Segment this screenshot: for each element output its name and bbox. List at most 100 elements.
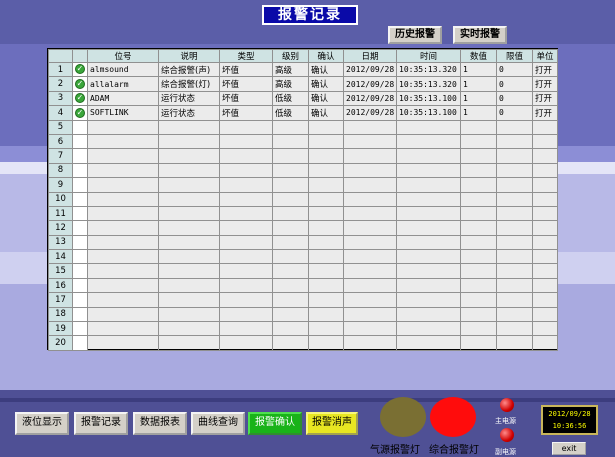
column-header: 日期	[343, 49, 397, 63]
cell-desc	[158, 191, 220, 207]
cell-value	[460, 205, 497, 222]
cell-time	[396, 148, 461, 164]
cell-level	[272, 133, 309, 150]
cell-type	[219, 277, 273, 294]
cell-tag: allalarm	[87, 76, 159, 92]
table-row[interactable]: 10	[48, 191, 558, 207]
cell-type	[219, 249, 273, 265]
cell-unit	[532, 321, 558, 337]
cell-ack	[308, 119, 344, 135]
cell-time	[396, 292, 461, 308]
table-row[interactable]: 8	[48, 162, 558, 179]
row-number: 13	[48, 234, 73, 251]
table-row[interactable]: 7	[48, 148, 558, 164]
table-row[interactable]: 3 ✓ ADAM 运行状态 坏值 低级 确认 2012/09/28 10:35:13.100 1 0…	[48, 90, 558, 107]
table-row[interactable]: 15	[48, 263, 558, 279]
row-number: 8	[48, 162, 73, 179]
cell-time	[396, 234, 461, 251]
cell-level	[272, 205, 309, 222]
cell-date	[343, 292, 397, 308]
cell-date	[343, 133, 397, 150]
cell-level: 高级	[272, 61, 309, 78]
row-number: 5	[48, 119, 73, 135]
cell-ack	[308, 335, 344, 351]
cell-tag	[87, 119, 159, 135]
cell-time	[396, 306, 461, 323]
table-row[interactable]: 2 ✓ allalarm 综合报警(灯) 坏值 高级 确认 2012/09/28 10:35:1…	[48, 76, 558, 92]
cell-value: 1	[460, 61, 497, 78]
table-row[interactable]: 19	[48, 321, 558, 337]
cell-level	[272, 234, 309, 251]
cell-time	[396, 335, 461, 351]
table-row[interactable]: 11	[48, 205, 558, 222]
row-status-cell	[72, 292, 88, 308]
row-status-cell	[72, 162, 88, 179]
cell-type	[219, 205, 273, 222]
cell-tag	[87, 263, 159, 279]
table-row[interactable]: 18	[48, 306, 558, 323]
row-status-cell	[72, 119, 88, 135]
cell-date	[343, 277, 397, 294]
column-header: 位号	[87, 49, 159, 63]
cell-date	[343, 234, 397, 251]
history-alarm-button[interactable]: 历史报警	[388, 26, 442, 44]
alarm-ack-button[interactable]: 报警确认	[248, 412, 302, 435]
check-icon: ✓	[75, 93, 85, 104]
cell-limit	[496, 306, 533, 323]
cell-level	[272, 119, 309, 135]
cell-type: 坏值	[219, 76, 273, 92]
table-row[interactable]: 5	[48, 119, 558, 135]
table-row[interactable]: 1 ✓ almsound 综合报警(声) 坏值 高级 确认 2012/09/28 10:35:1…	[48, 61, 558, 78]
cell-unit	[532, 133, 558, 150]
curve-query-button[interactable]: 曲线查询	[191, 412, 245, 435]
column-header	[48, 49, 73, 63]
cell-level	[272, 162, 309, 179]
table-row[interactable]: 17	[48, 292, 558, 308]
cell-value	[460, 148, 497, 164]
cell-unit	[532, 205, 558, 222]
alarm-silence-button[interactable]: 报警消声	[306, 412, 358, 435]
check-icon: ✓	[75, 107, 85, 118]
cell-time	[396, 177, 461, 193]
cell-desc	[158, 234, 220, 251]
cell-date	[343, 148, 397, 164]
cell-limit	[496, 263, 533, 279]
cell-ack	[308, 191, 344, 207]
cell-desc	[158, 335, 220, 351]
cell-unit: 打开	[532, 61, 558, 78]
cell-limit: 0	[496, 61, 533, 78]
table-row[interactable]: 13	[48, 234, 558, 251]
cell-limit: 0	[496, 90, 533, 107]
table-row[interactable]: 9	[48, 177, 558, 193]
cell-ack	[308, 292, 344, 308]
exit-button[interactable]: exit	[552, 442, 586, 455]
column-header: 类型	[219, 49, 273, 63]
level-display-button[interactable]: 液位显示	[15, 412, 69, 435]
realtime-alarm-button[interactable]: 实时报警	[453, 26, 507, 44]
cell-time	[396, 249, 461, 265]
cell-level	[272, 306, 309, 323]
row-status-cell	[72, 234, 88, 251]
cell-type	[219, 119, 273, 135]
row-status-cell	[72, 306, 88, 323]
table-row[interactable]: 14	[48, 249, 558, 265]
alarm-record-button[interactable]: 报警记录	[74, 412, 128, 435]
table-row[interactable]: 4 ✓ SOFTLINK 运行状态 坏值 低级 确认 2012/09/28 10:35:13.1…	[48, 105, 558, 121]
table-header-row: 位号 说明 类型 级别 确认 日期 时间 数值 限值 单位	[48, 49, 558, 63]
row-status-cell	[72, 177, 88, 193]
column-header	[72, 49, 88, 63]
cell-desc: 综合报警(灯)	[158, 76, 220, 92]
table-row[interactable]: 20	[48, 335, 558, 351]
clock-time: 10:36:56	[552, 422, 587, 430]
column-header: 数值	[460, 49, 497, 63]
table-row[interactable]: 16	[48, 277, 558, 294]
table-row[interactable]: 12	[48, 220, 558, 236]
check-icon: ✓	[75, 78, 85, 89]
cell-limit	[496, 321, 533, 337]
page-title: 报警记录	[262, 5, 358, 25]
data-report-button[interactable]: 数据报表	[133, 412, 187, 435]
row-number: 17	[48, 292, 73, 308]
cell-unit	[532, 292, 558, 308]
cell-value: 1	[460, 76, 497, 92]
table-row[interactable]: 6	[48, 133, 558, 150]
